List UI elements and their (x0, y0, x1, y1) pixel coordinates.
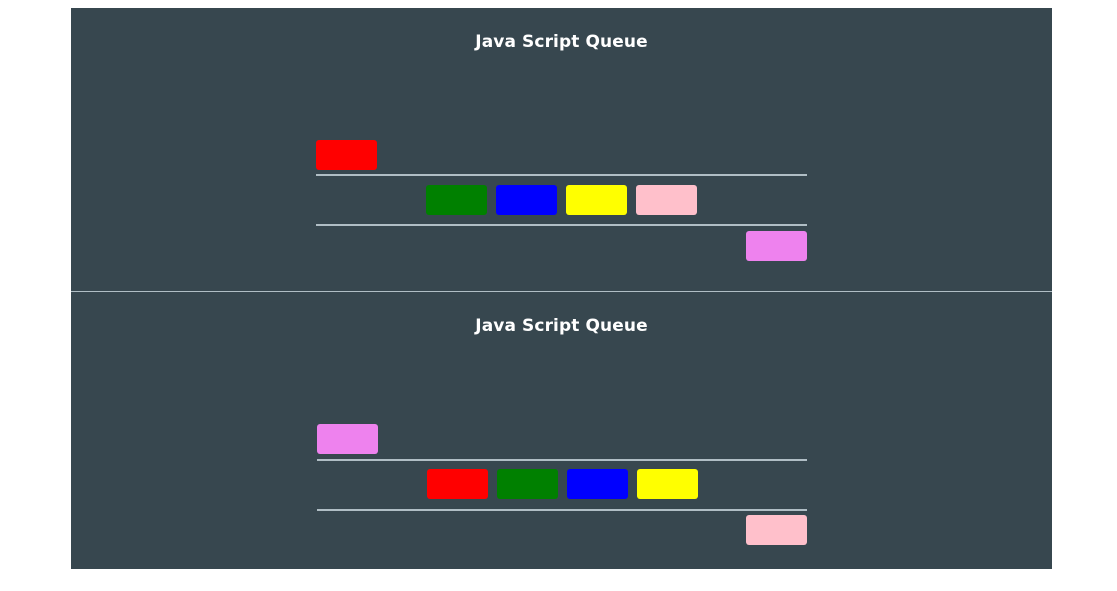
outgoing-block (746, 231, 807, 261)
queue-title: Java Script Queue (475, 316, 648, 336)
queue-item (426, 185, 487, 215)
outgoing-block (746, 515, 807, 545)
queue-item (636, 185, 697, 215)
queue-item (567, 469, 628, 499)
queue-rail-top (316, 174, 807, 176)
queue-item (427, 469, 488, 499)
incoming-block (316, 140, 377, 170)
queue-item (566, 185, 627, 215)
queue-item (496, 185, 557, 215)
queue-rail-bottom (316, 224, 807, 226)
queue-rail-bottom (317, 509, 807, 511)
queue-panel-1: Java Script Queue (71, 8, 1052, 291)
queue-title: Java Script Queue (475, 32, 648, 52)
incoming-block (317, 424, 378, 454)
queue-rail-top (317, 459, 807, 461)
queue-panel-2: Java Script Queue (71, 292, 1052, 569)
queue-item (497, 469, 558, 499)
queue-item (637, 469, 698, 499)
